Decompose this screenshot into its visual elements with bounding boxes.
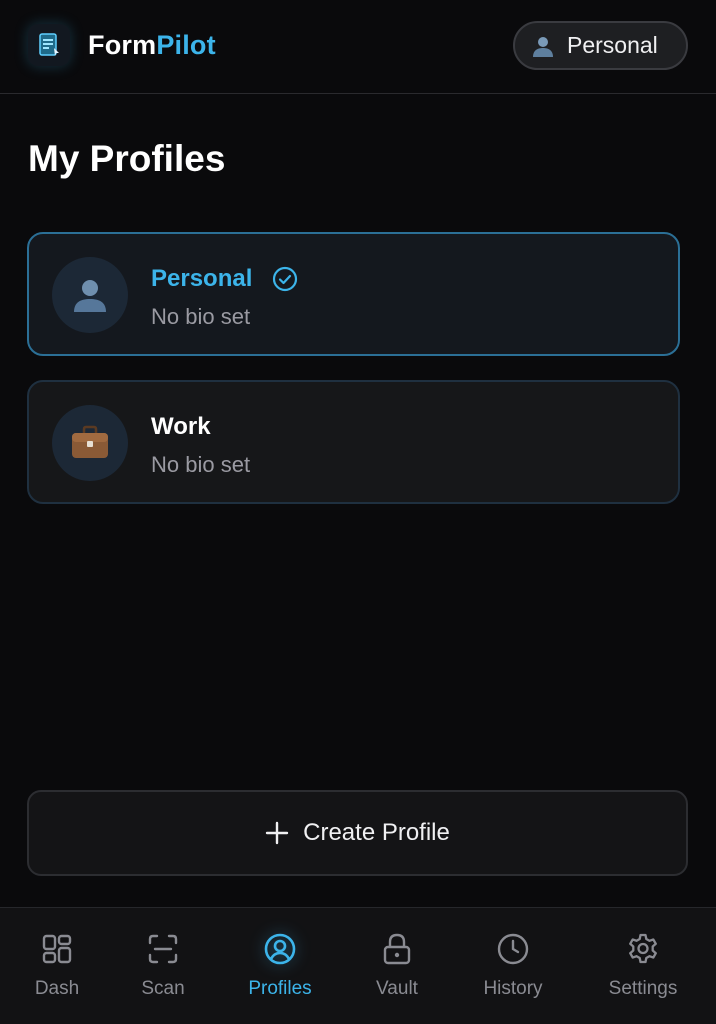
nav-item-dash[interactable]: Dash: [2, 908, 112, 1024]
person-icon: [74, 280, 106, 312]
nav-label: Scan: [141, 978, 185, 999]
app-logo: [28, 24, 70, 66]
page-title: My Profiles: [28, 138, 226, 179]
create-profile-button[interactable]: Create Profile: [27, 790, 688, 876]
current-profile-switcher[interactable]: Personal: [513, 21, 688, 70]
nav-item-vault[interactable]: Vault: [342, 908, 452, 1024]
check-circle-icon: [272, 266, 298, 292]
nav-label: Profiles: [248, 978, 312, 999]
clock-icon: [497, 933, 529, 965]
profile-bio: No bio set: [151, 452, 251, 477]
user-circle-icon: [264, 933, 296, 965]
create-profile-label: Create Profile: [303, 819, 450, 846]
profile-avatar: [52, 257, 128, 333]
profile-name: Work: [151, 413, 211, 440]
app-brand: FormPilot: [88, 30, 216, 61]
lock-icon: [383, 933, 411, 965]
nav-item-settings[interactable]: Settings: [588, 908, 698, 1024]
brand-part-pilot: Pilot: [156, 30, 216, 60]
nav-item-profiles[interactable]: Profiles: [225, 908, 335, 1024]
profile-card-personal[interactable]: Personal No bio set: [27, 232, 680, 356]
nav-label: Settings: [608, 978, 678, 999]
nav-item-scan[interactable]: Scan: [108, 908, 218, 1024]
nav-item-history[interactable]: History: [458, 908, 568, 1024]
bottom-nav: Dash Scan Profiles Vault History Setting…: [0, 907, 716, 1024]
document-sparkle-icon: [39, 33, 59, 56]
person-icon: [533, 36, 553, 57]
plus-icon: [265, 821, 289, 845]
briefcase-icon: [72, 425, 108, 458]
profile-bio: No bio set: [151, 304, 251, 329]
brand-part-form: Form: [88, 30, 157, 60]
gear-icon: [629, 933, 657, 964]
nav-label: History: [483, 978, 543, 999]
app-header: FormPilot Personal: [0, 0, 716, 94]
scan-icon: [148, 934, 178, 964]
nav-label: Dash: [34, 978, 80, 999]
profile-avatar: [52, 405, 128, 481]
profile-card-work[interactable]: Work No bio set: [27, 380, 680, 504]
nav-label: Vault: [376, 978, 418, 999]
grid-icon: [42, 934, 72, 964]
current-profile-label: Personal: [567, 32, 658, 58]
app-root: FormPilot Personal My Profiles Personal …: [0, 0, 716, 1024]
profile-name: Personal: [151, 265, 253, 292]
